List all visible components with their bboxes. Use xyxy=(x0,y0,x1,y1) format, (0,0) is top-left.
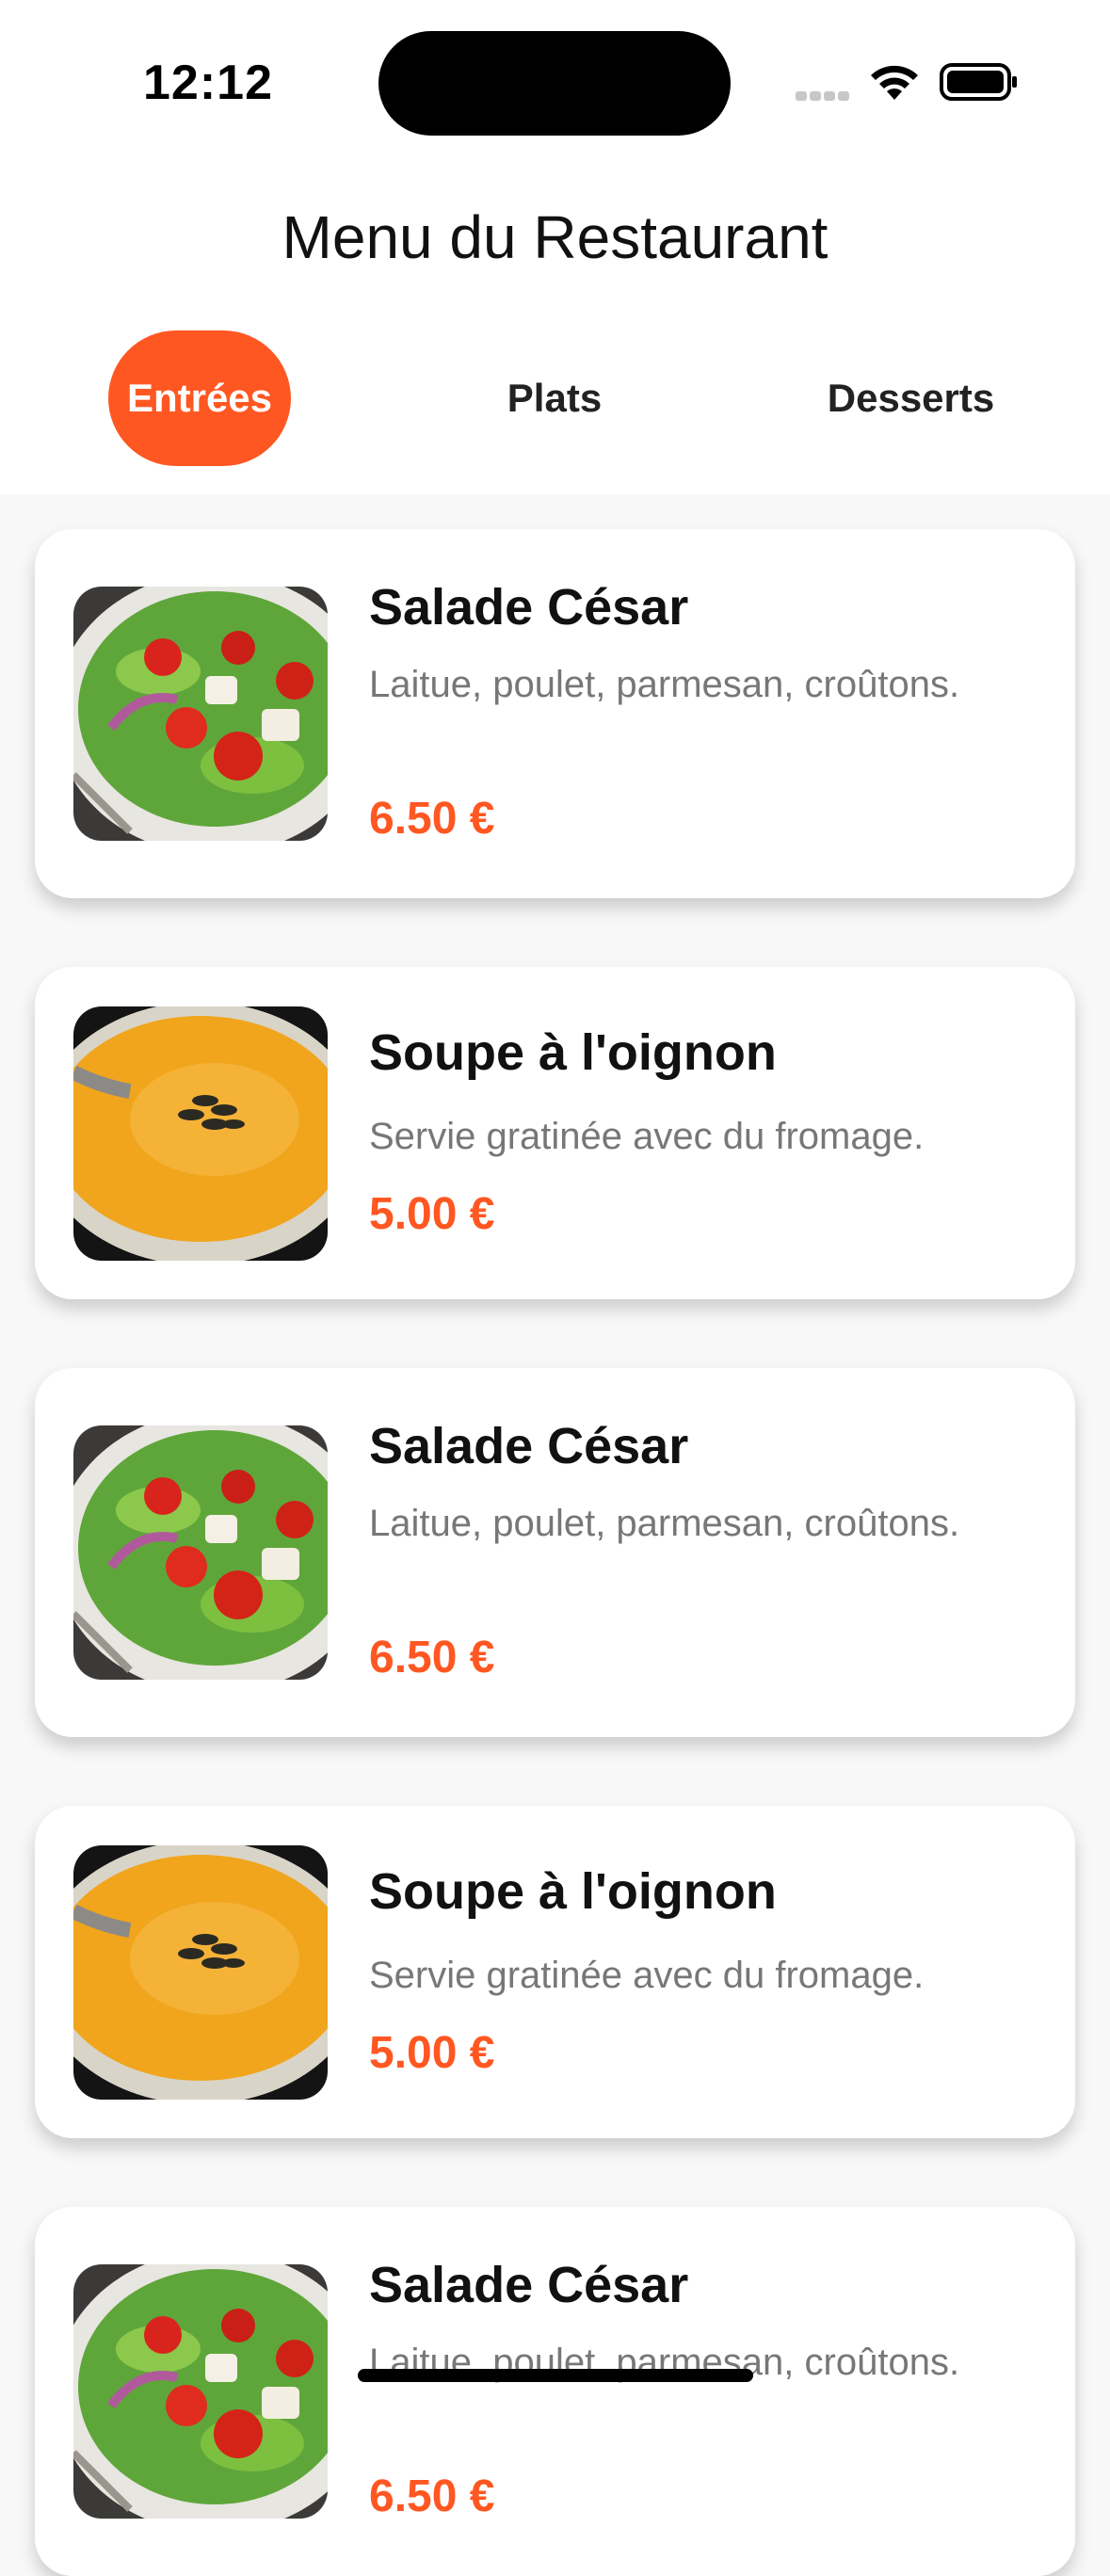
soup-image xyxy=(73,1006,328,1261)
item-description: Laitue, poulet, parmesan, croûtons. xyxy=(369,2342,960,2383)
item-price: 5.00 € xyxy=(369,1189,495,1239)
home-indicator[interactable] xyxy=(358,2369,753,2382)
item-price: 6.50 € xyxy=(369,1633,495,1682)
menu-item-card[interactable]: Soupe à l'oignon Servie gratinée avec du… xyxy=(35,967,1075,1299)
item-price: 6.50 € xyxy=(369,2471,495,2521)
tab-entrees[interactable]: Entrées xyxy=(108,330,291,466)
menu-item-card[interactable]: Salade César Laitue, poulet, parmesan, c… xyxy=(35,2207,1075,2576)
app-header: Menu du Restaurant Entrées Plats Dessert… xyxy=(0,155,1110,494)
tab-plats[interactable]: Plats xyxy=(460,330,649,466)
soup-image xyxy=(73,1845,328,2100)
salad-image xyxy=(73,2264,328,2519)
salad-image xyxy=(73,587,328,841)
page-title: Menu du Restaurant xyxy=(282,203,828,271)
item-name: Soupe à l'oignon xyxy=(369,1863,777,1920)
cellular-signal-icon xyxy=(796,89,852,105)
dynamic-island xyxy=(378,31,731,136)
menu-item-card[interactable]: Soupe à l'oignon Servie gratinée avec du… xyxy=(35,1806,1075,2138)
item-price: 6.50 € xyxy=(369,794,495,844)
item-name: Salade César xyxy=(369,2257,689,2313)
menu-item-card[interactable]: Salade César Laitue, poulet, parmesan, c… xyxy=(35,529,1075,898)
tab-desserts[interactable]: Desserts xyxy=(805,330,1017,466)
item-description: Servie gratinée avec du fromage. xyxy=(369,1955,925,1996)
category-tabs: Entrées Plats Desserts xyxy=(0,330,1110,466)
status-bar: 12:12 xyxy=(0,0,1110,155)
salad-image xyxy=(73,1425,328,1680)
item-name: Salade César xyxy=(369,1418,689,1474)
item-description: Laitue, poulet, parmesan, croûtons. xyxy=(369,664,960,705)
item-name: Salade César xyxy=(369,579,689,636)
item-price: 5.00 € xyxy=(369,2028,495,2078)
item-description: Laitue, poulet, parmesan, croûtons. xyxy=(369,1503,960,1544)
battery-icon xyxy=(940,62,1019,106)
item-description: Servie gratinée avec du fromage. xyxy=(369,1116,925,1157)
item-name: Soupe à l'oignon xyxy=(369,1024,777,1081)
menu-item-card[interactable]: Salade César Laitue, poulet, parmesan, c… xyxy=(35,1368,1075,1737)
status-time: 12:12 xyxy=(143,56,273,110)
wifi-icon xyxy=(868,62,921,106)
